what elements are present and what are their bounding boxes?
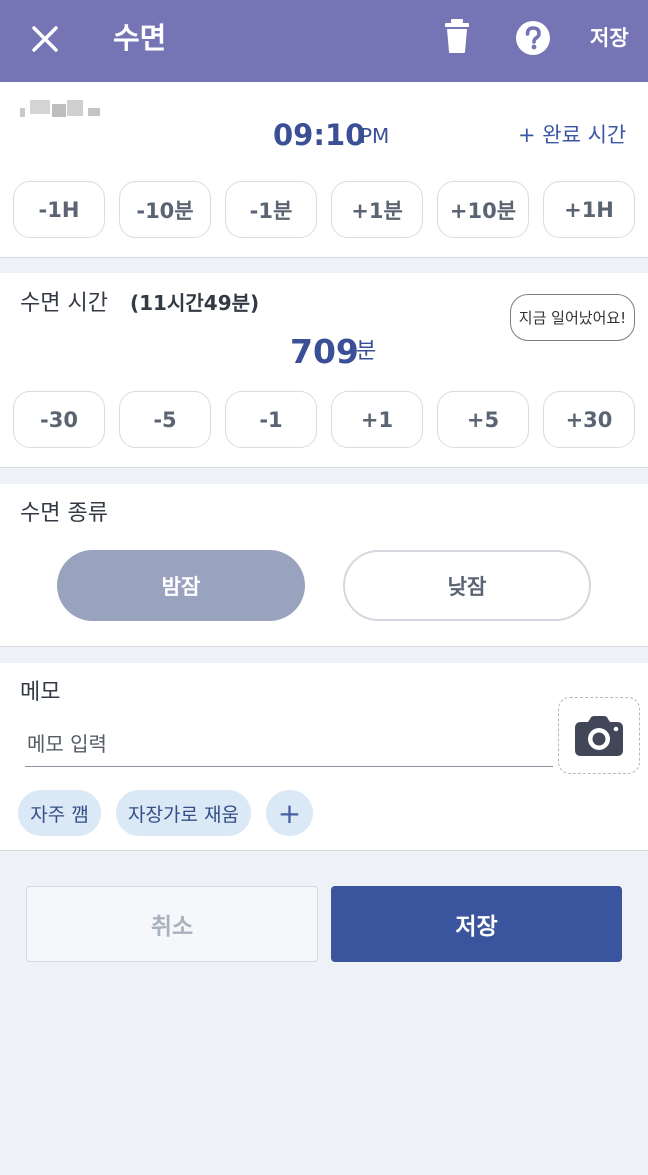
duration-minutes-unit: 분 bbox=[356, 339, 377, 364]
camera-button[interactable] bbox=[558, 697, 640, 774]
help-icon[interactable] bbox=[515, 20, 551, 56]
memo-chip[interactable]: 자장가로 재움 bbox=[116, 790, 251, 836]
duration-adjust-row: -30 -5 -1 +1 +5 +30 bbox=[13, 391, 635, 448]
start-time-ampm: PM bbox=[360, 124, 390, 148]
duration-plus-1-button[interactable]: +1 bbox=[331, 391, 423, 448]
app-header: 수면 저장 bbox=[0, 0, 648, 82]
memo-chip[interactable]: 자주 깸 bbox=[18, 790, 101, 836]
memo-label: 메모 bbox=[20, 680, 61, 705]
time-plus-1h-button[interactable]: +1H bbox=[543, 181, 635, 238]
duration-label: 수면 시간 bbox=[20, 291, 108, 316]
trash-icon[interactable] bbox=[440, 18, 474, 54]
woke-up-now-button[interactable]: 지금 일어났어요! bbox=[510, 294, 635, 341]
duration-minutes-value[interactable]: 709 bbox=[290, 330, 359, 374]
add-end-time-link[interactable]: + 완료 시간 bbox=[518, 120, 626, 150]
duration-minus-1-button[interactable]: -1 bbox=[225, 391, 317, 448]
duration-minus-30-button[interactable]: -30 bbox=[13, 391, 105, 448]
start-time-value[interactable]: 09:10 bbox=[273, 116, 365, 154]
time-minus-1m-button[interactable]: -1분 bbox=[225, 181, 317, 238]
time-minus-10m-button[interactable]: -10분 bbox=[119, 181, 211, 238]
duration-plus-30-button[interactable]: +30 bbox=[543, 391, 635, 448]
time-plus-10m-button[interactable]: +10분 bbox=[437, 181, 529, 238]
time-minus-1h-button[interactable]: -1H bbox=[13, 181, 105, 238]
night-sleep-option[interactable]: 밤잠 bbox=[57, 550, 305, 621]
time-adjust-row: -1H -10분 -1분 +1분 +10분 +1H bbox=[13, 181, 635, 238]
sleep-type-label: 수면 종류 bbox=[20, 501, 108, 526]
memo-input[interactable] bbox=[25, 721, 553, 767]
camera-icon bbox=[575, 715, 623, 756]
duration-plus-5-button[interactable]: +5 bbox=[437, 391, 529, 448]
cancel-button[interactable]: 취소 bbox=[26, 886, 318, 962]
time-plus-1m-button[interactable]: +1분 bbox=[331, 181, 423, 238]
header-save-button[interactable]: 저장 bbox=[590, 22, 629, 54]
add-chip-button[interactable]: + bbox=[266, 790, 313, 836]
duration-minus-5-button[interactable]: -5 bbox=[119, 391, 211, 448]
close-icon[interactable] bbox=[26, 20, 64, 58]
duration-summary: (11시간49분) bbox=[130, 291, 260, 315]
page-title: 수면 bbox=[113, 21, 167, 55]
save-button[interactable]: 저장 bbox=[331, 886, 622, 962]
nap-option[interactable]: 낮잠 bbox=[343, 550, 591, 621]
